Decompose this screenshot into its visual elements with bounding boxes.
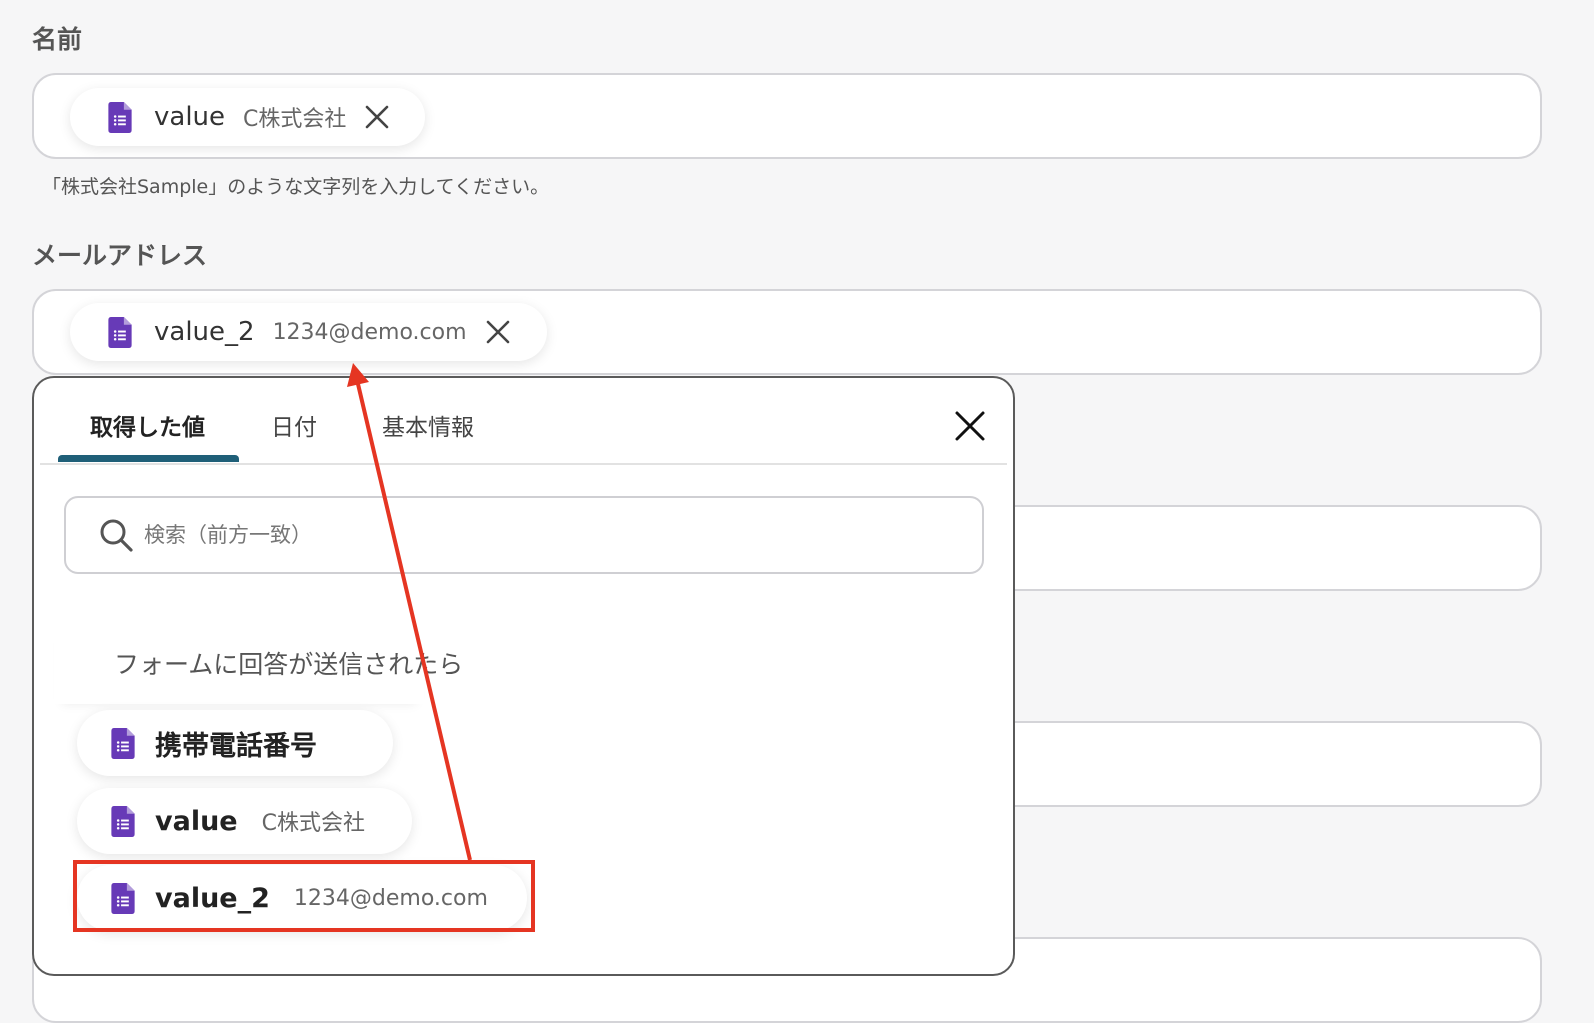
section-title: フォームに回答が送信されたら (114, 650, 464, 679)
chip-value: C株式会社 (243, 107, 347, 132)
list-item[interactable]: value_2 1234@demo.com (77, 865, 527, 931)
chip-label: value_2 (154, 317, 255, 347)
remove-chip-icon[interactable] (364, 104, 390, 130)
item-value: C株式会社 (261, 811, 365, 836)
section-header[interactable]: フォームに回答が送信されたら (54, 622, 463, 704)
name-value-chip[interactable]: value C株式会社 (70, 88, 425, 146)
tab-basic-info[interactable]: 基本情報 (382, 408, 474, 442)
forms-doc-icon (111, 882, 135, 914)
item-label: value_2 (155, 882, 270, 914)
list-item[interactable]: value C株式会社 (77, 788, 412, 854)
tab-divider (40, 463, 1007, 465)
remove-chip-icon[interactable] (485, 319, 511, 345)
close-icon[interactable] (952, 408, 988, 444)
search-input[interactable] (142, 522, 962, 548)
search-icon (100, 519, 133, 552)
forms-doc-icon (108, 101, 132, 133)
chip-label: value (154, 102, 226, 132)
search-box[interactable] (64, 496, 984, 574)
item-label: value (155, 805, 238, 837)
active-tab-indicator (58, 455, 239, 462)
chip-value: 1234@demo.com (272, 319, 467, 345)
item-label: 携帯電話番号 (155, 730, 317, 762)
name-field-label: 名前 (32, 25, 83, 54)
forms-doc-icon (111, 805, 135, 837)
email-value-chip[interactable]: value_2 1234@demo.com (70, 303, 547, 361)
item-value: 1234@demo.com (293, 885, 488, 911)
tab-date[interactable]: 日付 (271, 408, 317, 442)
list-item[interactable]: 携帯電話番号 (77, 710, 393, 776)
forms-doc-icon (111, 727, 135, 759)
forms-doc-icon (108, 316, 132, 348)
tab-acquired-values[interactable]: 取得した値 (90, 408, 205, 442)
email-field-label: メールアドレス (32, 241, 208, 270)
name-field-hint: 「株式会社Sample」のような文字列を入力してください。 (42, 176, 550, 198)
